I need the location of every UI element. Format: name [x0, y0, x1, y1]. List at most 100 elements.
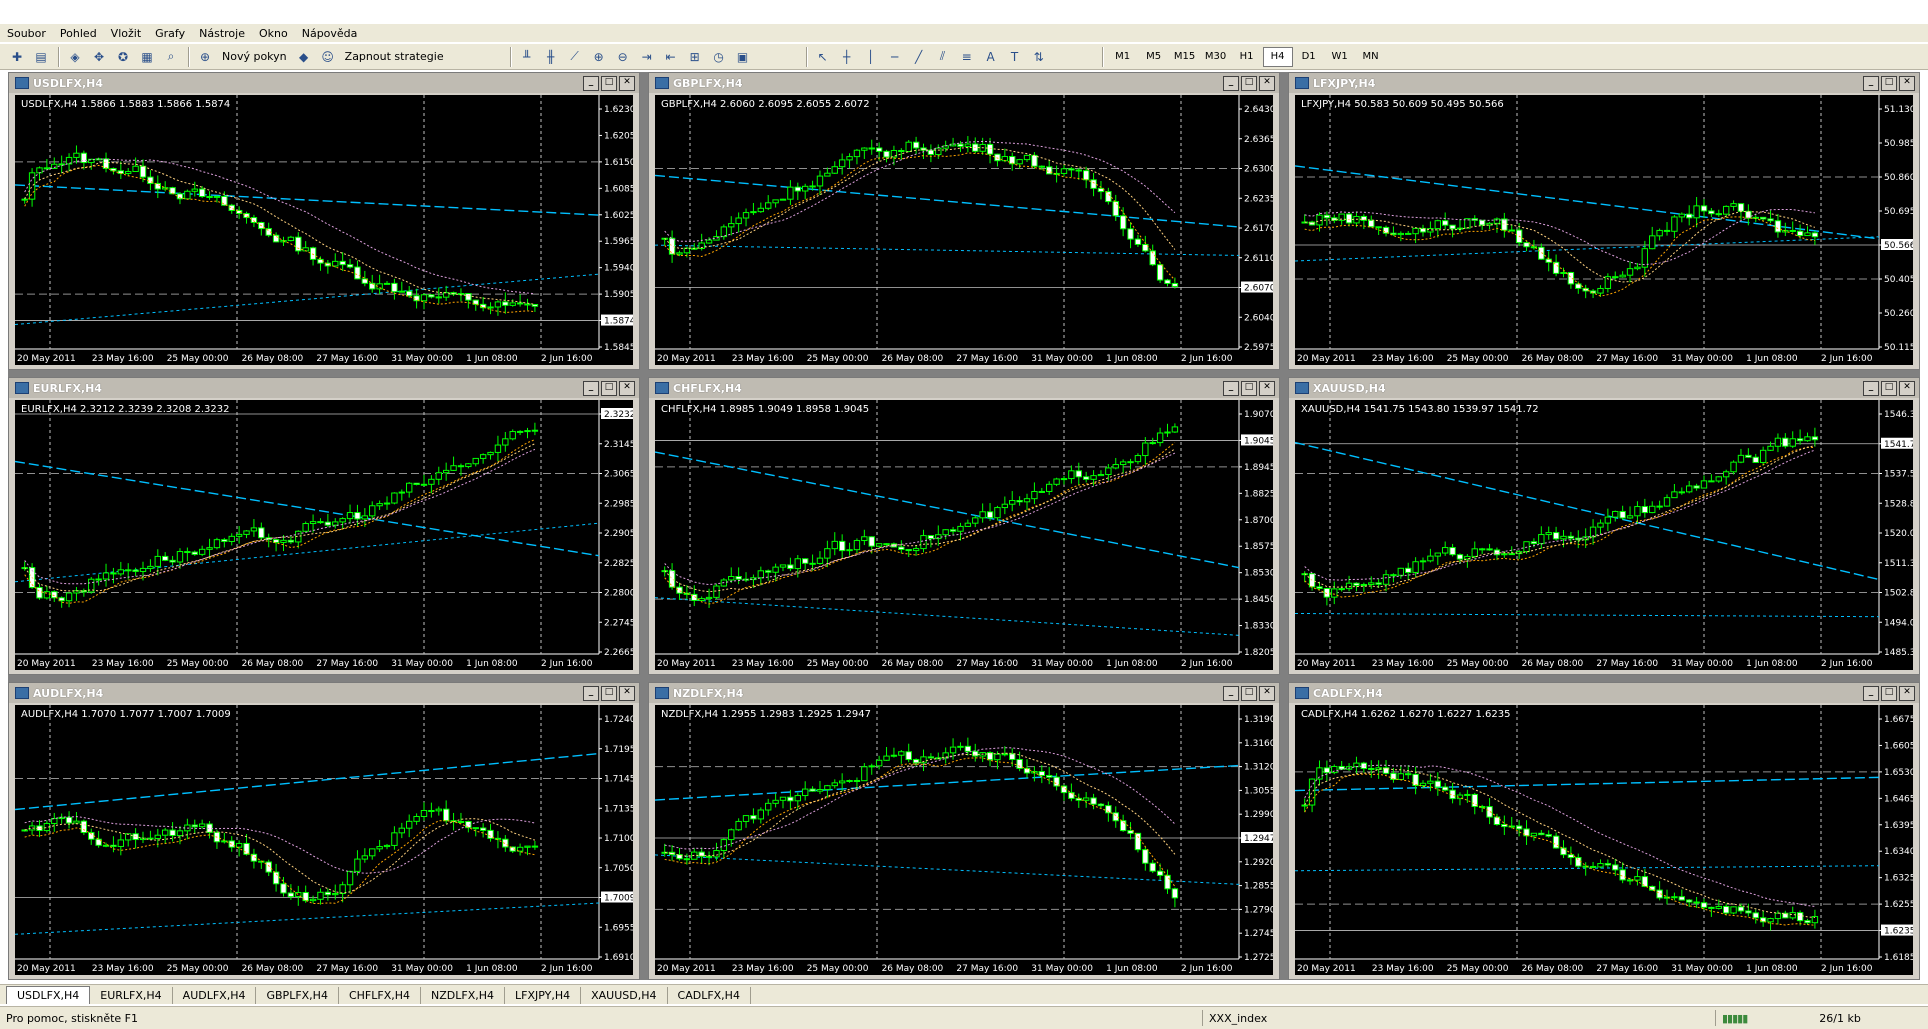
crosshair-icon[interactable]: ┼: [836, 47, 858, 67]
maximize-icon[interactable]: □: [601, 76, 617, 91]
chart-shift-icon[interactable]: ⇤: [660, 47, 682, 67]
menu-charts[interactable]: Grafy: [148, 27, 192, 40]
terminal-icon[interactable]: ▦: [136, 47, 158, 67]
menu-tools[interactable]: Nástroje: [192, 27, 252, 40]
trendline[interactable]: [655, 451, 1240, 569]
chart-window-titlebar[interactable]: USDLFX,H4 _ □ ✕: [9, 73, 639, 93]
minimize-icon[interactable]: _: [583, 381, 599, 396]
chart-tab[interactable]: GBPLFX,H4: [256, 987, 339, 1004]
chart-plot[interactable]: 51.130 50.985 50.860 50.695 50.566 50.405 50.2…: [1295, 95, 1913, 365]
menu-window[interactable]: Okno: [252, 27, 295, 40]
text-label-icon[interactable]: T: [1004, 47, 1026, 67]
chart-window-titlebar[interactable]: GBPLFX,H4 _ □ ✕: [649, 73, 1279, 93]
trendline[interactable]: [15, 460, 600, 557]
chart-window[interactable]: AUDLFX,H4 _ □ ✕ 1.7240 1.7195 1.7145 1.7135 1.71…: [8, 682, 640, 980]
close-icon[interactable]: ✕: [1259, 76, 1275, 91]
chart-tab[interactable]: NZDLFX,H4: [421, 987, 505, 1004]
timeframe-d1[interactable]: D1: [1294, 47, 1324, 67]
maximize-icon[interactable]: □: [1881, 76, 1897, 91]
close-icon[interactable]: ✕: [619, 76, 635, 91]
chart-tab[interactable]: LFXJPY,H4: [505, 987, 582, 1004]
chart-tab[interactable]: AUDLFX,H4: [173, 987, 257, 1004]
menu-view[interactable]: Pohled: [53, 27, 104, 40]
minimize-icon[interactable]: _: [1223, 76, 1239, 91]
menu-insert[interactable]: Vložit: [104, 27, 148, 40]
chart-tab[interactable]: USDLFX,H4: [6, 986, 91, 1004]
maximize-icon[interactable]: □: [601, 686, 617, 701]
strategies-icon[interactable]: ☺: [317, 47, 339, 67]
trendline[interactable]: [655, 174, 1240, 228]
close-icon[interactable]: ✕: [1259, 686, 1275, 701]
chart-plot[interactable]: 2.6430 2.6365 2.6300 2.6235 2.6170 2.6110 2.60…: [655, 95, 1273, 365]
maximize-icon[interactable]: □: [601, 381, 617, 396]
trendline[interactable]: [1295, 441, 1880, 581]
strategies-button[interactable]: Zapnout strategie: [341, 47, 448, 67]
strategy-tester-icon[interactable]: ⌕: [160, 47, 182, 67]
timeframe-h4[interactable]: H4: [1262, 46, 1293, 67]
maximize-icon[interactable]: □: [1241, 381, 1257, 396]
close-icon[interactable]: ✕: [1899, 76, 1915, 91]
chart-plot[interactable]: 1.7240 1.7195 1.7145 1.7135 1.7100 1.7050 1.70…: [15, 705, 633, 975]
chart-tab[interactable]: EURLFX,H4: [90, 987, 173, 1004]
menu-help[interactable]: Nápověda: [295, 27, 365, 40]
timeframe-m1[interactable]: M1: [1108, 47, 1138, 67]
new-order-icon[interactable]: ⊕: [194, 47, 216, 67]
trendline[interactable]: [15, 902, 600, 935]
close-icon[interactable]: ✕: [1899, 686, 1915, 701]
chart-window-titlebar[interactable]: CADLFX,H4 _ □ ✕: [1289, 683, 1919, 703]
metaeditor-icon[interactable]: ◆: [293, 47, 315, 67]
cursor-icon[interactable]: ↖: [812, 47, 834, 67]
maximize-icon[interactable]: □: [1881, 686, 1897, 701]
chart-tab[interactable]: XAUUSD,H4: [581, 987, 668, 1004]
fibonacci-icon[interactable]: ≡: [956, 47, 978, 67]
chart-window-titlebar[interactable]: AUDLFX,H4 _ □ ✕: [9, 683, 639, 703]
candlestick-icon[interactable]: ╫: [540, 47, 562, 67]
chart-window-titlebar[interactable]: CHFLFX,H4 _ □ ✕: [649, 378, 1279, 398]
minimize-icon[interactable]: _: [1863, 381, 1879, 396]
zoom-out-icon[interactable]: ⊖: [612, 47, 634, 67]
navigator-icon[interactable]: ✪: [112, 47, 134, 67]
timeframe-w1[interactable]: W1: [1325, 47, 1355, 67]
arrows-icon[interactable]: ⇅: [1028, 47, 1050, 67]
new-order-button[interactable]: Nový pokyn: [218, 47, 291, 67]
new-chart-icon[interactable]: ✚: [6, 47, 28, 67]
auto-scroll-icon[interactable]: ⇥: [636, 47, 658, 67]
minimize-icon[interactable]: _: [1863, 686, 1879, 701]
timeframe-m5[interactable]: M5: [1139, 47, 1169, 67]
trendline[interactable]: [15, 184, 600, 216]
chart-plot[interactable]: 1.6230 1.6205 1.6150 1.6085 1.6025 1.5965 1.59…: [15, 95, 633, 365]
line-chart-icon[interactable]: ⟋: [564, 47, 586, 67]
trendline[interactable]: [1295, 612, 1880, 618]
minimize-icon[interactable]: _: [583, 686, 599, 701]
timeframe-m15[interactable]: M15: [1170, 47, 1200, 67]
minimize-icon[interactable]: _: [1863, 76, 1879, 91]
timeframe-h1[interactable]: H1: [1232, 47, 1262, 67]
zoom-in-icon[interactable]: ⊕: [588, 47, 610, 67]
close-icon[interactable]: ✕: [1899, 381, 1915, 396]
minimize-icon[interactable]: _: [1223, 686, 1239, 701]
chart-tab[interactable]: CHFLFX,H4: [339, 987, 421, 1004]
chart-window[interactable]: LFXJPY,H4 _ □ ✕ 51.130 50.985 50.860 50.695 50.5…: [1288, 72, 1920, 370]
close-icon[interactable]: ✕: [1259, 381, 1275, 396]
bar-chart-icon[interactable]: ╨: [516, 47, 538, 67]
chart-window-titlebar[interactable]: EURLFX,H4 _ □ ✕: [9, 378, 639, 398]
maximize-icon[interactable]: □: [1881, 381, 1897, 396]
timeframe-m30[interactable]: M30: [1201, 47, 1231, 67]
trendline[interactable]: [1295, 776, 1880, 792]
chart-plot[interactable]: 2.3232 2.3145 2.3065 2.2985 2.2905 2.2825 2.28…: [15, 400, 633, 670]
trendline[interactable]: [1295, 236, 1880, 262]
chart-plot[interactable]: 1546.30 1541.72 1537.55 1528.80 1520.05 1511.…: [1295, 400, 1913, 670]
chart-window-titlebar[interactable]: XAUUSD,H4 _ □ ✕: [1289, 378, 1919, 398]
chart-window[interactable]: NZDLFX,H4 _ □ ✕ 1.3190 1.3160 1.3120 1.3055 1.29…: [648, 682, 1280, 980]
indicators-icon[interactable]: ⊞: [684, 47, 706, 67]
trendline[interactable]: [655, 597, 1240, 636]
horizontal-line-icon[interactable]: ─: [884, 47, 906, 67]
chart-tab[interactable]: CADLFX,H4: [668, 987, 751, 1004]
chart-window[interactable]: CHFLFX,H4 _ □ ✕ 1.9070 1.9045 1.8945 1.8825 1.87…: [648, 377, 1280, 675]
trendline[interactable]: [15, 752, 600, 811]
data-window-icon[interactable]: ✥: [88, 47, 110, 67]
chart-plot[interactable]: 1.6675 1.6605 1.6530 1.6465 1.6395 1.6340 1.63…: [1295, 705, 1913, 975]
menu-file[interactable]: Soubor: [0, 27, 53, 40]
market-watch-icon[interactable]: ◈: [64, 47, 86, 67]
maximize-icon[interactable]: □: [1241, 686, 1257, 701]
